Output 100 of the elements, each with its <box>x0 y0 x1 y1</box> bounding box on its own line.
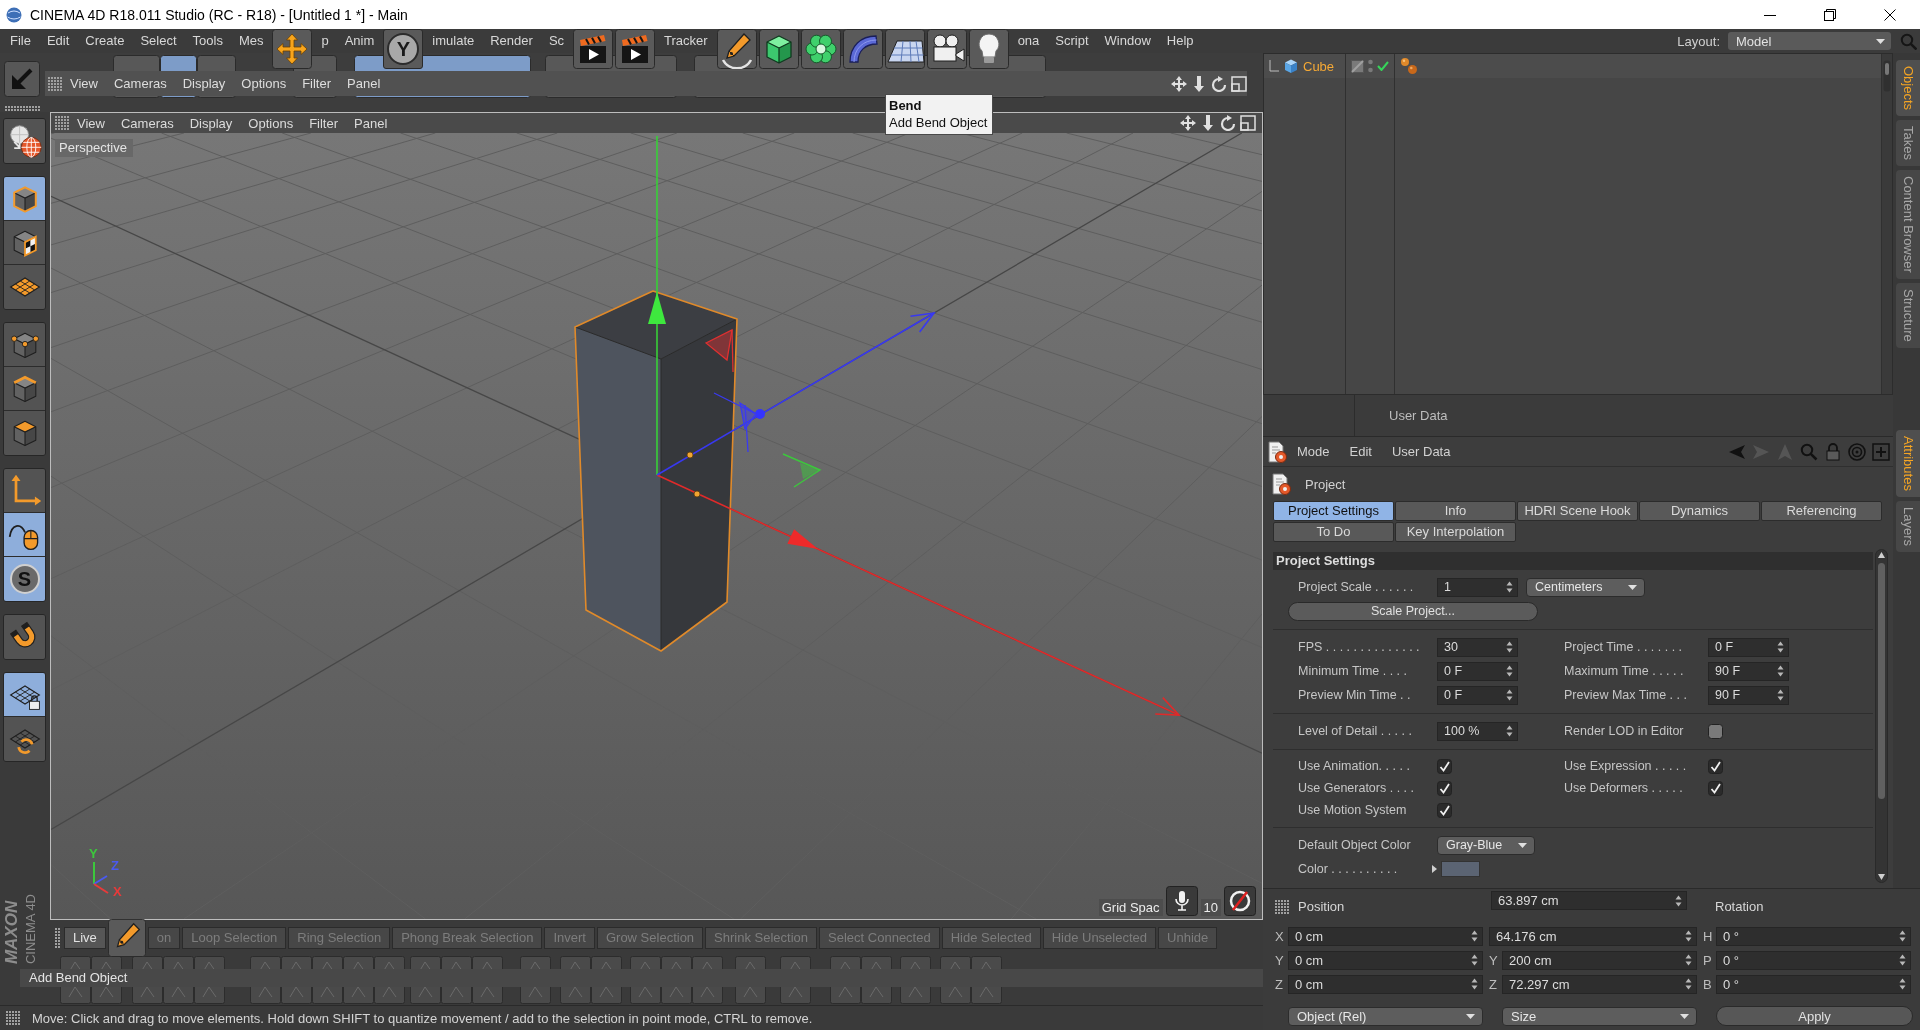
menu-item[interactable]: Options <box>240 115 302 131</box>
light-bulb-icon[interactable] <box>968 29 1009 69</box>
value-field[interactable]: 0 cm <box>1288 950 1483 970</box>
tool-button[interactable] <box>4 119 45 163</box>
menu-item[interactable]: Panel <box>346 115 396 131</box>
mode-dropdown[interactable]: Object (Rel) <box>1288 1006 1483 1026</box>
side-tab[interactable]: Content Browser <box>1896 170 1920 279</box>
menu-item[interactable]: Script <box>1047 29 1097 53</box>
circle-slash-icon[interactable] <box>1224 886 1256 916</box>
tool-button[interactable] <box>4 265 45 309</box>
menu-item[interactable]: File <box>2 29 39 53</box>
vertical-arrow-icon[interactable] <box>1191 75 1207 92</box>
spinner-icon[interactable] <box>1899 930 1906 942</box>
menu-item[interactable]: ona <box>1009 29 1048 53</box>
bent-shape-icon[interactable] <box>842 29 883 69</box>
camera-label[interactable]: Perspective <box>55 139 133 157</box>
menu-item[interactable]: User Data <box>1381 444 1461 459</box>
menu-item[interactable]: Anim <box>336 29 383 53</box>
mode-dropdown[interactable]: Size <box>1502 1006 1697 1026</box>
spinner-icon[interactable] <box>1506 641 1513 653</box>
value-field[interactable]: 200 cm <box>1502 950 1697 970</box>
menu-item[interactable]: Tracker <box>656 29 716 53</box>
value-field[interactable]: 1 <box>1437 577 1518 597</box>
side-tab[interactable]: Objects <box>1896 60 1920 117</box>
spinner-icon[interactable] <box>1471 954 1478 966</box>
menu-item[interactable]: Select <box>132 29 185 53</box>
tool-button[interactable] <box>4 177 45 221</box>
spinner-icon[interactable] <box>1685 954 1692 966</box>
flower-icon[interactable] <box>800 29 841 69</box>
handle-dot[interactable] <box>693 490 701 498</box>
menu-item[interactable]: View <box>62 76 106 91</box>
menu-item[interactable]: Display <box>181 115 241 131</box>
four-arrows-icon[interactable] <box>1171 75 1187 92</box>
restore-icon[interactable] <box>1824 8 1836 21</box>
rotation-handle[interactable] <box>782 453 822 488</box>
menu-item[interactable]: Create <box>77 29 133 53</box>
menu-item[interactable]: Panel <box>339 76 389 91</box>
tab[interactable]: Dynamics <box>1639 501 1760 521</box>
spinner-icon[interactable] <box>1777 689 1784 701</box>
grip-icon[interactable] <box>1275 899 1289 914</box>
rotate-icon[interactable] <box>1211 75 1227 92</box>
value-field[interactable]: 0 ° <box>1716 974 1911 994</box>
spinner-icon[interactable] <box>1685 930 1692 942</box>
dots-icon[interactable] <box>1368 59 1373 73</box>
menu-item[interactable]: p <box>313 29 337 53</box>
menu-item[interactable]: Tools <box>184 29 231 53</box>
lock-icon[interactable] <box>1824 442 1842 461</box>
spinner-icon[interactable] <box>1777 641 1784 653</box>
spinner-icon[interactable] <box>1506 581 1513 593</box>
close-icon[interactable] <box>1884 8 1896 21</box>
menu-item[interactable]: Sc <box>540 29 573 53</box>
grip-icon[interactable] <box>55 927 60 948</box>
rotation-handle[interactable] <box>704 328 734 373</box>
checkbox[interactable] <box>1437 802 1452 818</box>
maximize-icon[interactable] <box>1231 75 1247 92</box>
four-arrows-icon[interactable] <box>272 29 313 69</box>
tool-button[interactable] <box>4 469 45 513</box>
selection-tool-button[interactable]: Live <box>64 926 106 949</box>
axis-lock-button[interactable]: Y <box>383 29 424 69</box>
spinner-icon[interactable] <box>1471 978 1478 990</box>
action-button[interactable]: Scale Project... <box>1288 601 1538 621</box>
checkbox[interactable] <box>1437 780 1452 796</box>
grip-icon[interactable] <box>48 76 62 91</box>
film-camera-icon[interactable] <box>926 29 967 69</box>
value-field[interactable]: 0 F <box>1708 637 1789 657</box>
spinner-icon[interactable] <box>1675 894 1682 907</box>
handle-dot[interactable] <box>686 451 694 459</box>
side-tab[interactable]: Structure <box>1896 282 1920 348</box>
menu-item[interactable]: imulate <box>424 29 483 53</box>
check-icon[interactable] <box>1377 61 1389 71</box>
color-swatch[interactable] <box>1441 861 1480 877</box>
menu-item[interactable]: Mode <box>1287 444 1340 459</box>
side-tab[interactable]: Attributes <box>1896 429 1920 497</box>
tool-button[interactable] <box>4 717 45 761</box>
checkbox[interactable] <box>1437 758 1452 774</box>
side-tab[interactable]: Layers <box>1896 500 1920 552</box>
value-field[interactable]: 0 F <box>1437 685 1518 705</box>
spinner-icon[interactable] <box>1899 954 1906 966</box>
spinner-icon[interactable] <box>1506 689 1513 701</box>
tab[interactable]: Key Interpolation <box>1395 522 1516 542</box>
tab[interactable]: HDRI Scene Hook <box>1517 501 1638 521</box>
vertical-arrow-icon[interactable] <box>1200 115 1216 131</box>
tool-button[interactable] <box>4 513 45 557</box>
grip-icon[interactable] <box>6 1011 20 1025</box>
menu-item[interactable]: View <box>69 115 113 131</box>
scrollbar[interactable] <box>1883 60 1891 92</box>
cube-icon[interactable] <box>1283 58 1299 74</box>
layer-icon[interactable] <box>1351 59 1364 73</box>
menu-item[interactable]: Help <box>1158 29 1202 53</box>
value-field[interactable]: 100 % <box>1437 721 1518 741</box>
z-axis-handle[interactable] <box>656 311 936 476</box>
tool-button[interactable]: S <box>4 557 45 601</box>
apply-button[interactable]: Apply <box>1716 1006 1913 1026</box>
dropdown[interactable]: Gray-Blue <box>1437 835 1535 855</box>
pen-icon[interactable] <box>716 29 757 69</box>
clapperboard-icon[interactable] <box>615 29 656 69</box>
checkbox[interactable] <box>1708 723 1723 739</box>
menu-item[interactable]: Mes <box>230 29 272 53</box>
value-field[interactable]: 0 F <box>1437 661 1518 681</box>
menu-item[interactable]: Window <box>1096 29 1159 53</box>
